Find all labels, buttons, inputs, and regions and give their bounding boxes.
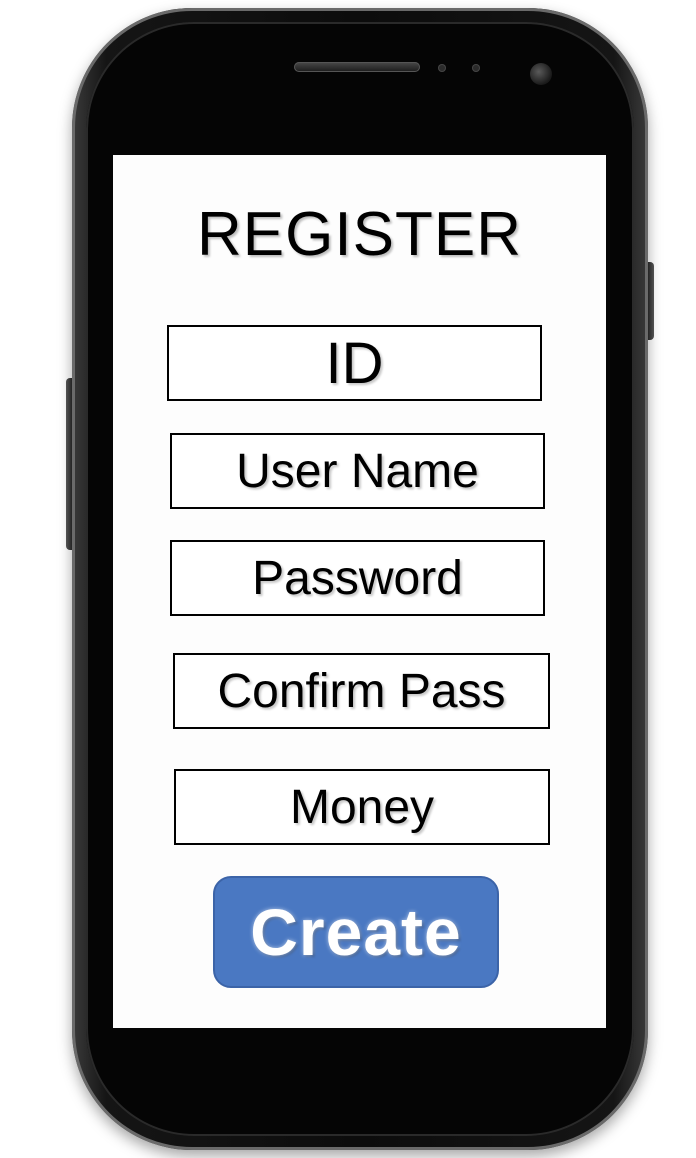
money-field[interactable]: Money: [174, 769, 550, 845]
password-field[interactable]: Password: [170, 540, 545, 616]
earpiece-speaker-icon: [294, 62, 420, 72]
confirm-password-field[interactable]: Confirm Pass: [173, 653, 550, 729]
register-screen: REGISTER ID User Name Password Confirm P…: [113, 155, 606, 1028]
create-button[interactable]: Create: [213, 876, 499, 988]
proximity-sensor-icon: [438, 64, 446, 72]
page-title: REGISTER: [197, 200, 522, 269]
canvas: REGISTER ID User Name Password Confirm P…: [0, 0, 696, 1158]
light-sensor-icon: [472, 64, 480, 72]
front-camera-icon: [530, 63, 552, 85]
user-name-field[interactable]: User Name: [170, 433, 545, 509]
id-field[interactable]: ID: [167, 325, 542, 401]
